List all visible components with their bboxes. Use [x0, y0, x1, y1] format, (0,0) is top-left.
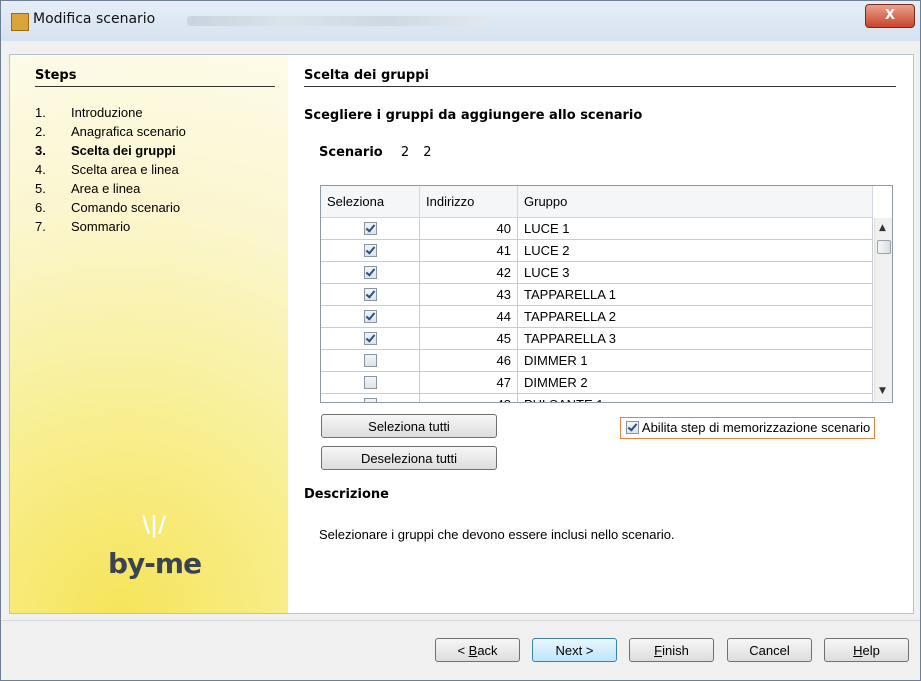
- row-select-cell[interactable]: [321, 306, 420, 327]
- table-row[interactable]: 44 TAPPARELLA 2: [321, 306, 873, 328]
- step-item: 2. Anagrafica scenario: [35, 124, 186, 139]
- row-select-cell[interactable]: [321, 328, 420, 349]
- table-row[interactable]: 45 TAPPARELLA 3: [321, 328, 873, 350]
- deselect-all-button[interactable]: Deseleziona tutti: [321, 446, 497, 470]
- row-select-cell[interactable]: [321, 372, 420, 393]
- vertical-scrollbar[interactable]: ▲ ▼: [874, 218, 892, 401]
- step-item: 1. Introduzione: [35, 105, 143, 120]
- select-all-button[interactable]: Seleziona tutti: [321, 414, 497, 438]
- table-header: Seleziona Indirizzo Gruppo: [321, 186, 873, 218]
- footer-divider: [1, 620, 920, 621]
- table-row[interactable]: 46 DIMMER 1: [321, 350, 873, 372]
- back-button[interactable]: < Back: [435, 638, 520, 662]
- dialog-window: Modifica scenario X Steps 1. Introduzione…: [0, 0, 921, 681]
- title-bar-obscured-area: [187, 16, 487, 26]
- row-checkbox[interactable]: [363, 354, 377, 368]
- address-cell: 48: [420, 394, 518, 402]
- step-item: 5. Area e linea: [35, 181, 141, 196]
- row-select-cell[interactable]: [321, 218, 420, 239]
- address-cell: 44: [420, 306, 518, 327]
- table-row[interactable]: 40 LUCE 1: [321, 218, 873, 240]
- step-item: 6. Comando scenario: [35, 200, 181, 215]
- cancel-button[interactable]: Cancel: [727, 638, 812, 662]
- main-panel: Scelta dei gruppi Scegliere i gruppi da …: [288, 55, 913, 613]
- column-header-indirizzo[interactable]: Indirizzo: [420, 186, 518, 217]
- scenario-value: 2: [423, 145, 432, 160]
- row-checkbox[interactable]: [363, 244, 377, 258]
- column-header-seleziona[interactable]: Seleziona: [321, 186, 420, 217]
- scroll-thumb[interactable]: [877, 240, 891, 254]
- app-icon: [11, 13, 29, 31]
- group-cell: DIMMER 2: [518, 372, 873, 393]
- enable-memorization-checkbox[interactable]: Abilita step di memorizzazione scenario: [620, 417, 876, 439]
- address-cell: 46: [420, 350, 518, 371]
- group-cell: TAPPARELLA 1: [518, 284, 873, 305]
- table-row[interactable]: 42 LUCE 3: [321, 262, 873, 284]
- steps-list: 1. Introduzione 2. Anagrafica scenario 3. S…: [35, 103, 186, 236]
- scenario-label: Scenario: [319, 145, 383, 160]
- finish-button[interactable]: Finish: [629, 638, 714, 662]
- group-cell: PULSANTE 1: [518, 394, 873, 402]
- groups-table: Seleziona Indirizzo Gruppo 40 LUCE 1 41 LUC…: [320, 185, 893, 403]
- table-row[interactable]: 47 DIMMER 2: [321, 372, 873, 394]
- scroll-down-icon[interactable]: ▼: [879, 386, 886, 396]
- group-cell: DIMMER 1: [518, 350, 873, 371]
- step-item: 4. Scelta area e linea: [35, 162, 179, 177]
- group-cell: LUCE 2: [518, 240, 873, 261]
- steps-panel: Steps 1. Introduzione 2. Anagrafica scenar…: [10, 55, 288, 613]
- table-row[interactable]: 43 TAPPARELLA 1: [321, 284, 873, 306]
- row-select-cell[interactable]: [321, 240, 420, 261]
- row-select-cell[interactable]: [321, 284, 420, 305]
- scenario-value: 2: [400, 145, 410, 160]
- group-cell: TAPPARELLA 2: [518, 306, 873, 327]
- address-cell: 42: [420, 262, 518, 283]
- address-cell: 45: [420, 328, 518, 349]
- next-button[interactable]: Next >: [532, 638, 617, 662]
- help-button[interactable]: Help: [824, 638, 909, 662]
- group-cell: LUCE 1: [518, 218, 873, 239]
- address-cell: 40: [420, 218, 518, 239]
- steps-heading: Steps: [35, 68, 275, 87]
- wizard-body: Steps 1. Introduzione 2. Anagrafica scenar…: [9, 54, 914, 614]
- row-checkbox[interactable]: [363, 398, 377, 402]
- scroll-up-icon[interactable]: ▲: [879, 223, 886, 233]
- scenario-info: Scenario 2 2: [319, 145, 442, 160]
- group-cell: TAPPARELLA 3: [518, 328, 873, 349]
- row-checkbox[interactable]: [363, 222, 377, 236]
- description-title: Descrizione: [304, 487, 389, 502]
- column-header-gruppo[interactable]: Gruppo: [518, 186, 873, 217]
- row-checkbox[interactable]: [363, 376, 377, 390]
- table-row[interactable]: 41 LUCE 2: [321, 240, 873, 262]
- row-select-cell[interactable]: [321, 394, 420, 402]
- brand-logo: \|/ by-me: [108, 513, 218, 583]
- description-text: Selezionare i gruppi che devono essere i…: [319, 527, 675, 542]
- window-title: Modifica scenario: [33, 11, 156, 27]
- address-cell: 47: [420, 372, 518, 393]
- section-title: Scelta dei gruppi: [304, 68, 896, 87]
- enable-memorization-label: Abilita step di memorizzazione scenario: [641, 420, 871, 435]
- checkbox-icon[interactable]: [626, 421, 639, 435]
- address-cell: 41: [420, 240, 518, 261]
- close-button[interactable]: X: [865, 4, 915, 28]
- logo-text: by-me: [108, 547, 202, 580]
- group-cell: LUCE 3: [518, 262, 873, 283]
- table-row[interactable]: 48PULSANTE 1: [321, 394, 873, 402]
- row-select-cell[interactable]: [321, 262, 420, 283]
- instruction-text: Scegliere i gruppi da aggiungere allo sc…: [304, 108, 643, 123]
- address-cell: 43: [420, 284, 518, 305]
- step-item: 7. Sommario: [35, 219, 131, 234]
- sun-rays-icon: \|/: [142, 513, 167, 538]
- table-body: 40 LUCE 1 41 LUCE 2 42 LUCE 3 43 TAPPARELLA 1 44…: [321, 218, 873, 402]
- row-checkbox[interactable]: [363, 266, 377, 280]
- row-checkbox[interactable]: [363, 310, 377, 324]
- row-checkbox[interactable]: [363, 288, 377, 302]
- row-checkbox[interactable]: [363, 332, 377, 346]
- title-bar[interactable]: Modifica scenario X: [1, 1, 920, 41]
- row-select-cell[interactable]: [321, 350, 420, 371]
- step-item-current: 3. Scelta dei gruppi: [35, 143, 176, 158]
